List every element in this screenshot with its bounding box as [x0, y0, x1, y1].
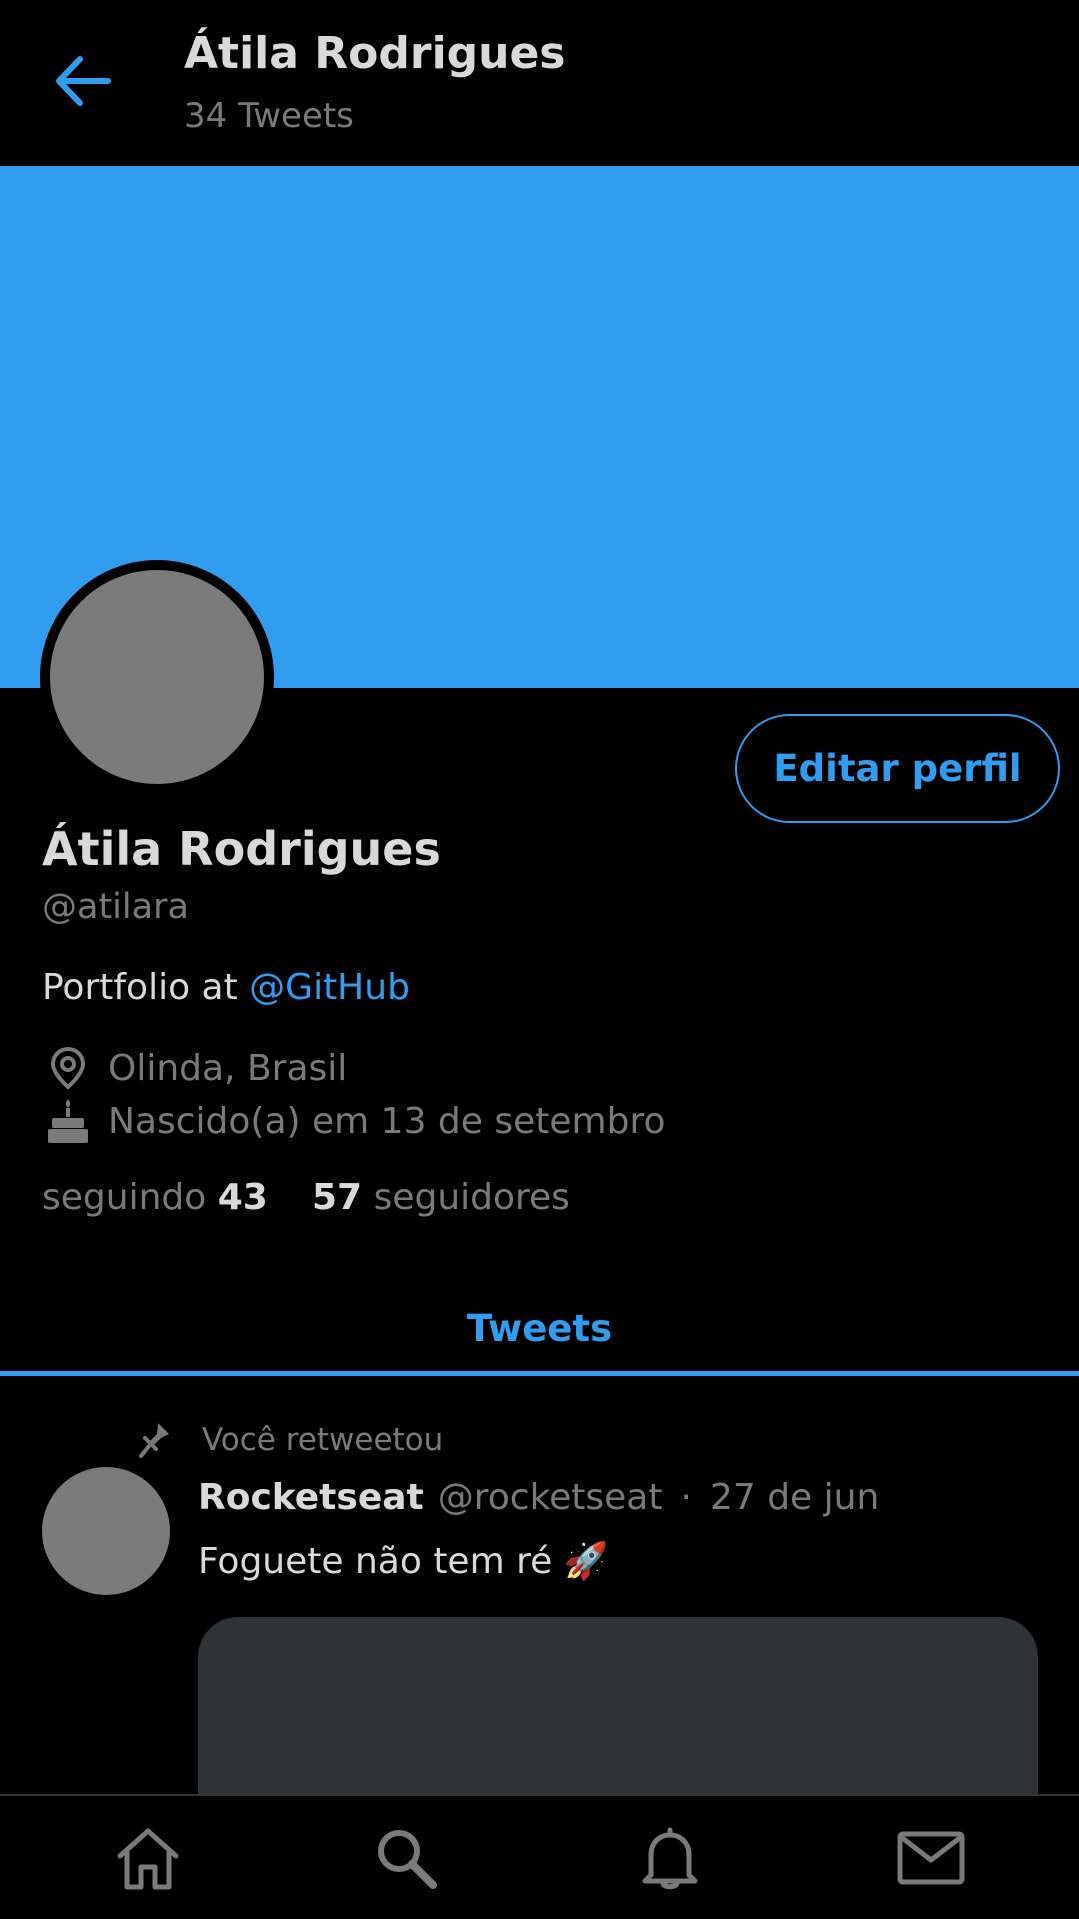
- bell-icon: [642, 1827, 698, 1890]
- header-title: Átila Rodrigues: [184, 28, 566, 79]
- nav-search-button[interactable]: [370, 1822, 442, 1894]
- active-tab-indicator: [0, 1371, 1079, 1376]
- tweet-date: 27 de jun: [709, 1477, 880, 1518]
- profile-location: Olinda, Brasil: [42, 1043, 347, 1093]
- top-bar: Átila Rodrigues 34 Tweets: [0, 0, 1079, 166]
- tweet-author-handle: @rocketseat: [437, 1477, 663, 1518]
- tweet-separator: ·: [680, 1477, 692, 1518]
- profile-handle: @atilara: [42, 887, 189, 927]
- profile-name: Átila Rodrigues: [42, 822, 441, 876]
- bio-mention-link[interactable]: @GitHub: [249, 967, 410, 1008]
- bio-text: Portfolio at: [42, 967, 250, 1008]
- profile-bio: Portfolio at @GitHub: [42, 967, 410, 1008]
- back-button[interactable]: [52, 50, 114, 112]
- cake-icon: [42, 1096, 94, 1146]
- profile-birthday: Nascido(a) em 13 de setembro: [42, 1096, 666, 1146]
- tweet-header: Rocketseat @rocketseat · 27 de jun: [198, 1477, 879, 1518]
- tweet-text: Foguete não tem ré 🚀: [198, 1541, 609, 1582]
- following-link[interactable]: seguindo 43: [42, 1177, 268, 1218]
- retweet-context: Você retweetou: [138, 1420, 443, 1460]
- home-icon: [117, 1828, 179, 1890]
- tab-tweets[interactable]: Tweets: [0, 1278, 1079, 1378]
- mail-icon: [897, 1831, 965, 1885]
- tweet-author-name[interactable]: Rocketseat: [198, 1477, 424, 1518]
- bottom-navigation: [0, 1794, 1079, 1919]
- nav-home-button[interactable]: [112, 1822, 184, 1894]
- location-text: Olinda, Brasil: [108, 1047, 348, 1089]
- retweet-icon: [138, 1420, 172, 1460]
- search-icon: [378, 1830, 437, 1889]
- location-pin-icon: [42, 1043, 94, 1093]
- tweet-author-avatar[interactable]: [42, 1467, 170, 1595]
- followers-label: seguidores: [373, 1177, 570, 1218]
- nav-messages-button[interactable]: [895, 1822, 967, 1894]
- following-label: seguindo: [42, 1177, 207, 1218]
- followers-count: 57: [312, 1177, 363, 1218]
- arrow-left-icon: [56, 56, 111, 106]
- tweet-count: 34 Tweets: [184, 96, 354, 136]
- following-count: 43: [217, 1177, 268, 1218]
- nav-notifications-button[interactable]: [634, 1822, 706, 1894]
- followers-link[interactable]: 57 seguidores: [312, 1177, 570, 1218]
- profile-avatar[interactable]: [40, 560, 274, 794]
- birthday-text: Nascido(a) em 13 de setembro: [108, 1100, 666, 1142]
- edit-profile-button[interactable]: Editar perfil: [735, 714, 1060, 823]
- retweet-label: Você retweetou: [202, 1422, 444, 1458]
